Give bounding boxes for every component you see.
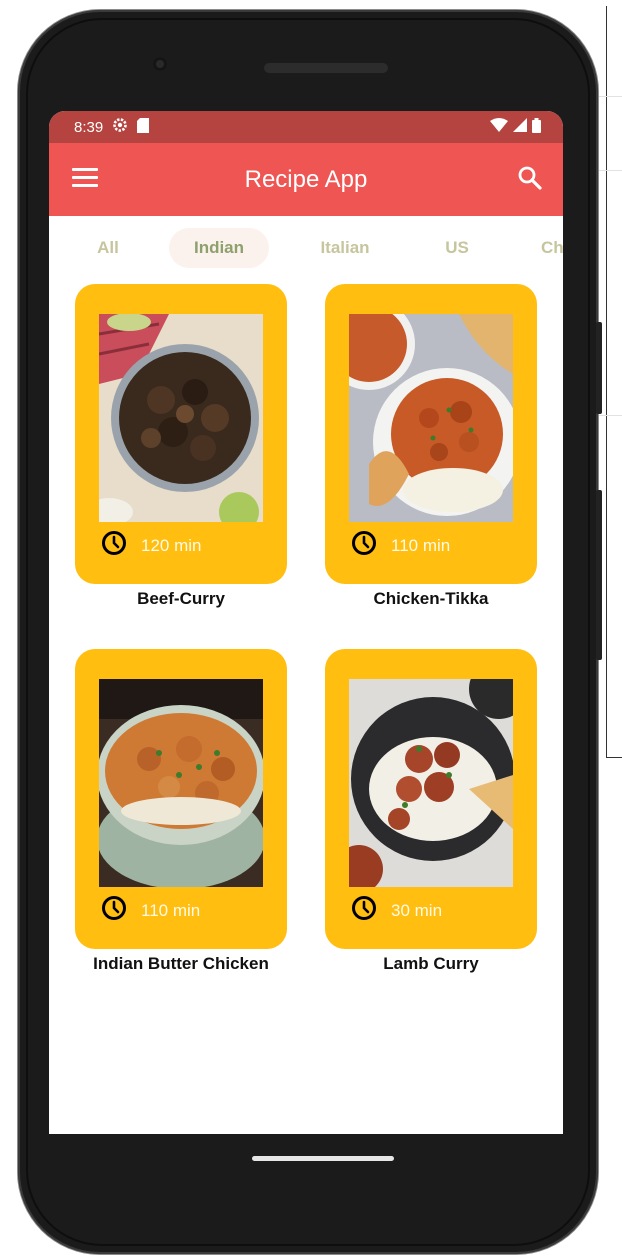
background-window-frame: [606, 6, 622, 758]
recipe-card-box: 110 min: [325, 284, 537, 584]
app-title: Recipe App: [244, 165, 368, 193]
volume-button: [596, 490, 602, 660]
wifi-icon: [490, 118, 508, 136]
recipe-image: [99, 314, 263, 522]
menu-icon[interactable]: [72, 168, 98, 190]
category-tabs: All Indian Italian US Ch: [49, 216, 563, 276]
status-time: 8:39: [74, 118, 104, 136]
recipe-time: 110 min: [351, 530, 450, 561]
recipe-card-chicken-tikka[interactable]: 110 min Chicken-Tikka: [325, 284, 537, 609]
recipe-title: Lamb Curry: [383, 954, 479, 973]
tab-chinese-partial[interactable]: Ch: [541, 228, 563, 268]
recipe-card-box: 110 min: [75, 649, 287, 949]
recipe-time: 120 min: [101, 530, 201, 561]
recipe-time-value: 120 min: [141, 535, 202, 555]
tab-all[interactable]: All: [83, 228, 133, 268]
power-button: [596, 322, 602, 414]
clock-icon: [101, 895, 127, 926]
earpiece-speaker: [264, 63, 388, 73]
recipe-title: Beef-Curry: [137, 589, 225, 608]
gear-icon: [112, 117, 128, 137]
home-gesture-bar[interactable]: [252, 1156, 394, 1161]
status-bar: 8:39: [49, 111, 563, 143]
tab-italian[interactable]: Italian: [303, 228, 387, 268]
recipe-image: [99, 679, 263, 887]
recipe-image: [349, 679, 513, 887]
recipe-time: 110 min: [101, 895, 200, 926]
front-camera: [153, 57, 167, 71]
clock-icon: [351, 895, 377, 926]
app-screen: 8:39 Recipe App All Indian Italian US Ch…: [49, 111, 563, 1134]
recipe-time-value: 110 min: [141, 900, 201, 920]
sim-card-icon: [137, 117, 150, 137]
signal-icon: [513, 118, 527, 136]
recipe-time: 30 min: [351, 895, 442, 926]
recipe-time-value: 30 min: [391, 900, 443, 920]
battery-icon: [532, 117, 541, 137]
clock-icon: [101, 530, 127, 561]
recipe-card-indian-butter-chicken[interactable]: 110 min Indian Butter Chicken: [75, 649, 287, 974]
search-icon[interactable]: [517, 165, 543, 191]
app-bar: Recipe App: [49, 143, 563, 216]
recipe-card-lamb-curry[interactable]: 30 min Lamb Curry: [325, 649, 537, 974]
recipe-title: Chicken-Tikka: [373, 589, 489, 608]
recipe-title: Indian Butter Chicken: [93, 954, 269, 973]
tab-us[interactable]: US: [435, 228, 479, 268]
recipe-card-box: 30 min: [325, 649, 537, 949]
recipe-time-value: 110 min: [391, 535, 451, 555]
recipe-card-beef-curry[interactable]: 120 min Beef-Curry: [75, 284, 287, 609]
clock-icon: [351, 530, 377, 561]
recipe-image: [349, 314, 513, 522]
recipe-card-box: 120 min: [75, 284, 287, 584]
tab-indian[interactable]: Indian: [169, 228, 269, 268]
